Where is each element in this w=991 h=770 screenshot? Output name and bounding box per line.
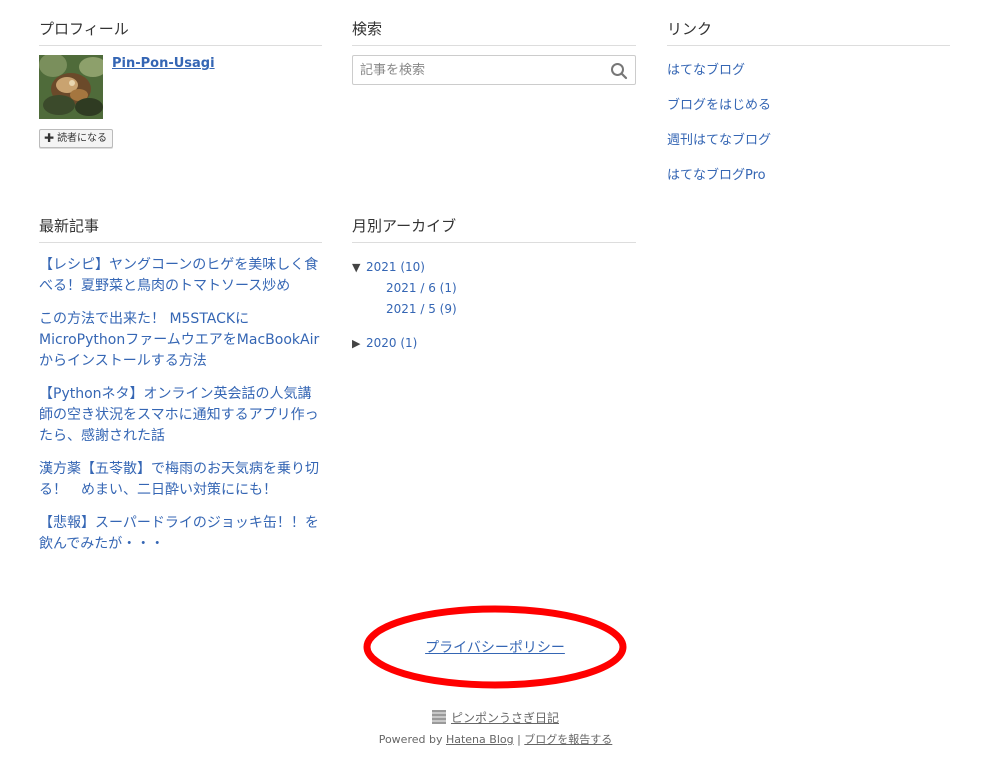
blog-name-link[interactable]: ピンポンうさぎ日記 — [451, 711, 559, 725]
recent-entries-list: 【レシピ】ヤングコーンのヒゲを美味しく食べる！夏野菜と鳥肉のトマトソース炒め こ… — [39, 255, 322, 555]
links-module: リンク はてなブログ ブログをはじめる 週刊はてなブログ はてなブログPro — [667, 18, 950, 202]
search-box — [352, 55, 636, 85]
archive-month-link[interactable]: 2021 / 6 (1) — [386, 281, 457, 295]
recent-entry-link[interactable]: 【Pythonネタ】オンライン英会話の人気講師の空き状況をスマホに通知するアプリ… — [39, 384, 322, 447]
follow-button-label: 読者になる — [57, 133, 108, 144]
report-blog-link[interactable]: ブログを報告する — [524, 733, 612, 746]
triangle-right-icon[interactable]: ▶ — [352, 333, 366, 354]
archive-year-item: ▶ 2020 (1) — [352, 333, 636, 354]
footer-blog-title: ピンポンうさぎ日記 — [0, 709, 991, 726]
list-item: はてなブログPro — [667, 167, 950, 202]
profile-title: プロフィール — [39, 18, 322, 46]
blog-icon — [431, 710, 446, 724]
recent-entries-module: 最新記事 【レシピ】ヤングコーンのヒゲを美味しく食べる！夏野菜と鳥肉のトマトソー… — [39, 215, 322, 567]
footer-powered-by: Powered by Hatena Blog | ブログを報告する — [0, 731, 991, 747]
recent-entry-link[interactable]: 漢方薬【五苓散】で梅雨のお天気病を乗り切る！ めまい、二日酔い対策ににも！ — [39, 459, 322, 501]
links-title: リンク — [667, 18, 950, 46]
recent-entries-title: 最新記事 — [39, 215, 322, 243]
list-item: ブログをはじめる — [667, 97, 950, 132]
triangle-down-icon[interactable]: ▼ — [352, 257, 366, 278]
archive-month-link[interactable]: 2021 / 5 (9) — [386, 302, 457, 316]
link-hatena-pro[interactable]: はてなブログPro — [667, 168, 766, 183]
archive-year-link[interactable]: 2020 (1) — [366, 333, 417, 354]
list-item: はてなブログ — [667, 62, 950, 97]
profile-name-link[interactable]: Pin-Pon-Usagi — [112, 56, 215, 71]
profile-module: プロフィール Pin-Pon-Usagi ✚ 読者になる — [39, 18, 322, 167]
profile-card: Pin-Pon-Usagi ✚ 読者になる — [39, 55, 322, 167]
hatena-blog-link[interactable]: Hatena Blog — [446, 733, 514, 746]
archive-year-link[interactable]: 2021 (10) — [366, 257, 425, 278]
recent-entry-link[interactable]: この方法で出来た！ M5STACKにMicroPythonファームウエアをMac… — [39, 309, 322, 372]
archive-months: 2021 / 6 (1) 2021 / 5 (9) — [352, 278, 636, 320]
search-module: 検索 — [352, 18, 636, 85]
search-icon[interactable] — [610, 62, 628, 80]
footer-separator: | — [513, 733, 525, 746]
follow-button[interactable]: ✚ 読者になる — [39, 129, 114, 148]
search-title: 検索 — [352, 18, 636, 46]
link-weekly-hatena[interactable]: 週刊はてなブログ — [667, 133, 771, 148]
archive-list: ▼ 2021 (10) 2021 / 6 (1) 2021 / 5 (9) ▶ … — [352, 257, 636, 354]
powered-by-text: Powered by — [378, 733, 446, 746]
list-item: 週刊はてなブログ — [667, 132, 950, 167]
avatar[interactable] — [39, 55, 103, 119]
privacy-policy-area: プライバシーポリシー — [363, 604, 627, 690]
archive-title: 月別アーカイブ — [352, 215, 636, 243]
search-input[interactable] — [353, 56, 600, 84]
recent-entry-link[interactable]: 【悲報】スーパードライのジョッキ缶！！を飲んでみたが・・・ — [39, 513, 322, 555]
link-hatena-blog[interactable]: はてなブログ — [667, 63, 745, 78]
archive-year-item: ▼ 2021 (10) 2021 / 6 (1) 2021 / 5 (9) — [352, 257, 636, 320]
privacy-policy-link[interactable]: プライバシーポリシー — [425, 637, 565, 657]
archive-module: 月別アーカイブ ▼ 2021 (10) 2021 / 6 (1) 2021 / … — [352, 215, 636, 354]
links-list: はてなブログ ブログをはじめる 週刊はてなブログ はてなブログPro — [667, 62, 950, 202]
plus-icon: ✚ — [44, 131, 55, 145]
recent-entry-link[interactable]: 【レシピ】ヤングコーンのヒゲを美味しく食べる！夏野菜と鳥肉のトマトソース炒め — [39, 255, 322, 297]
link-start-blog[interactable]: ブログをはじめる — [667, 98, 771, 113]
